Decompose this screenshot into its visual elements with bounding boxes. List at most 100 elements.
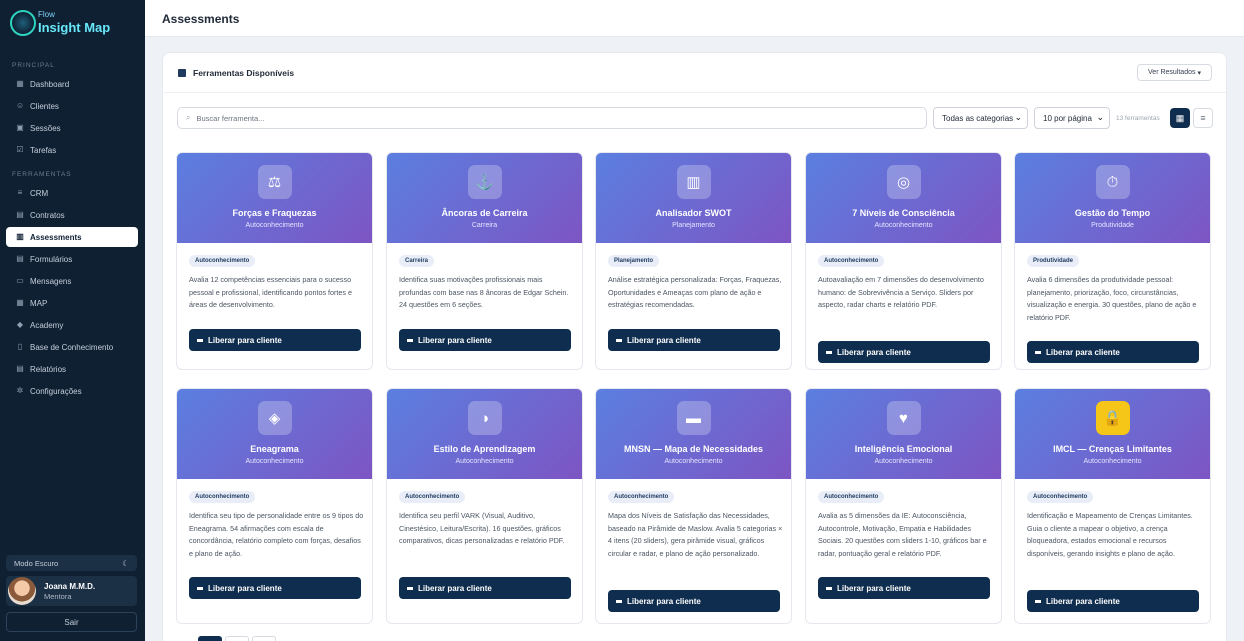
card-description: Identifica seu tipo de personalidade ent… <box>189 511 364 558</box>
liberar-button[interactable]: Liberar para cliente <box>818 341 990 363</box>
card-title: MNSN — Mapa de Necessidades <box>623 444 764 454</box>
sidebar-item-assessments[interactable]: ▥ Assessments <box>6 227 138 247</box>
category-badge: Carreira <box>399 255 435 267</box>
ver-resultados-button[interactable]: Ver Resultados ▾ <box>1137 64 1212 81</box>
app-logo[interactable]: Flow Insight Map <box>10 8 140 40</box>
card-description: Autoavaliação em 7 dimensões do desenvol… <box>818 275 984 309</box>
sidebar-item-configuracoes[interactable]: ✲ Configurações <box>6 381 138 401</box>
unlock-icon <box>826 350 832 354</box>
liberar-button[interactable]: Liberar para cliente <box>608 590 780 612</box>
card-header: ♥ Inteligência Emocional Autoconheciment… <box>806 389 1001 479</box>
unlock-icon <box>197 338 203 342</box>
topbar: Assessments <box>145 0 1244 37</box>
user-profile[interactable]: Joana M.M.D. Mentora <box>6 576 137 606</box>
sidebar-item-relatorios[interactable]: ▤ Relatórios <box>6 359 138 379</box>
page-title: Assessments <box>162 12 240 26</box>
dark-mode-toggle[interactable]: Modo Escuro ☾ <box>6 555 137 571</box>
category-badge: Autoconhecimento <box>818 255 885 267</box>
grid-view-button[interactable]: ▦ <box>1170 108 1190 128</box>
sidebar-item-tarefas[interactable]: ☑ Tarefas <box>6 140 138 160</box>
logo-small-text: Flow <box>38 10 55 19</box>
diamond-icon: ◈ <box>257 401 292 435</box>
bar-chart-icon: ▥ <box>676 165 711 199</box>
liberar-button[interactable]: Liberar para cliente <box>818 577 990 599</box>
card-title: Eneagrama <box>250 444 299 454</box>
category-badge: Produtividade <box>1027 255 1080 267</box>
liberar-button[interactable]: Liberar para cliente <box>1027 341 1199 363</box>
card-description: Mapa dos Níveis de Satisfação das Necess… <box>608 511 783 558</box>
sidebar-item-base-conhecimento[interactable]: ▯ Base de Conhecimento <box>6 337 138 357</box>
liberar-button[interactable]: Liberar para cliente <box>1027 590 1199 612</box>
logout-button[interactable]: Sair <box>6 612 137 632</box>
clipboard-icon: ▥ <box>16 232 24 241</box>
list-icon: ≡ <box>1200 113 1206 123</box>
liberar-button[interactable]: Liberar para cliente <box>189 329 361 351</box>
message-icon: ▭ <box>16 276 24 285</box>
sidebar-item-formularios[interactable]: ▤ Formulários <box>6 249 138 269</box>
avatar <box>8 577 36 605</box>
anchor-icon: ⚓ <box>467 165 502 199</box>
tool-card: 🔒 IMCL — Crenças Limitantes Autoconhecim… <box>1014 388 1211 624</box>
card-subtitle: Produtividade <box>1091 222 1134 229</box>
sidebar-item-academy[interactable]: ◆ Academy <box>6 315 138 335</box>
card-title: Gestão do Tempo <box>1074 208 1151 218</box>
card-header: ◑ Estilo de Aprendizagem Autoconheciment… <box>387 389 582 479</box>
list-view-button[interactable]: ≡ <box>1193 108 1213 128</box>
brain-logo-icon <box>10 10 36 36</box>
per-page-select[interactable]: 10 por página ⌄ <box>1034 107 1110 129</box>
card-subtitle: Planejamento <box>672 222 715 229</box>
sidebar: Flow Insight Map PRINCIPAL FERRAMENTAS ▦… <box>0 0 145 641</box>
tool-card: ⚖ Forças e Fraquezas Autoconhecimento Au… <box>176 152 373 370</box>
card-title: 7 Níveis de Consciência <box>852 208 955 218</box>
moon-icon: ☾ <box>122 558 129 568</box>
tool-count: 13 ferramentas <box>1116 115 1160 122</box>
pagination-page-1[interactable] <box>198 636 222 641</box>
logo-main-text: Insight Map <box>38 20 111 35</box>
sidebar-item-contratos[interactable]: ▤ Contratos <box>6 205 138 225</box>
chart-icon <box>178 69 186 77</box>
category-badge: Autoconhecimento <box>189 491 256 503</box>
unlock-icon <box>826 586 832 590</box>
sidebar-item-label: CRM <box>30 188 49 198</box>
tool-card: ⚓ Âncoras de Carreira Carreira Carreira … <box>386 152 583 370</box>
card-header: ▥ Analisador SWOT Planejamento <box>596 153 791 243</box>
category-badge: Autoconhecimento <box>818 491 885 503</box>
category-select[interactable]: Todas as categorias ⌄ <box>933 107 1028 129</box>
sidebar-item-dashboard[interactable]: ▦ Dashboard <box>6 74 138 94</box>
pagination-next[interactable] <box>252 636 276 641</box>
card-subtitle: Autoconhecimento <box>455 458 514 465</box>
user-role: Mentora <box>44 592 72 601</box>
sidebar-item-clientes[interactable]: ☺ Clientes <box>6 96 138 116</box>
lock-icon: 🔒 <box>1095 401 1130 435</box>
report-icon: ▤ <box>16 364 24 373</box>
briefcase-icon: ▬ <box>676 401 711 435</box>
sidebar-item-mensagens[interactable]: ▭ Mensagens <box>6 271 138 291</box>
sidebar-item-crm[interactable]: ≡ CRM <box>6 183 138 203</box>
liberar-button[interactable]: Liberar para cliente <box>399 329 571 351</box>
card-description: Identifica suas motivações profissionais… <box>399 275 569 309</box>
search-input[interactable]: ⌕ Buscar ferramenta... <box>177 107 927 129</box>
sidebar-item-label: MAP <box>30 298 48 308</box>
card-description: Avalia 6 dimensões da produtividade pess… <box>1027 275 1197 322</box>
pagination-page-2[interactable] <box>225 636 249 641</box>
sidebar-item-map[interactable]: ▦ MAP <box>6 293 138 313</box>
card-header: ⚓ Âncoras de Carreira Carreira <box>387 153 582 243</box>
grid-icon: ▦ <box>1175 112 1185 123</box>
card-header: ⏱ Gestão do Tempo Produtividade <box>1015 153 1210 243</box>
card-subtitle: Autoconhecimento <box>874 458 933 465</box>
category-badge: Autoconhecimento <box>189 255 256 267</box>
liberar-button[interactable]: Liberar para cliente <box>399 577 571 599</box>
sidebar-item-label: Mensagens <box>30 276 72 286</box>
list-icon: ≡ <box>17 188 23 197</box>
card-subtitle: Autoconhecimento <box>245 222 304 229</box>
card-subtitle: Autoconhecimento <box>874 222 933 229</box>
panel-header: Ferramentas Disponíveis Ver Resultados ▾ <box>163 53 1226 93</box>
dark-mode-label: Modo Escuro <box>14 558 59 568</box>
chevron-down-icon: ▾ <box>1197 69 1201 77</box>
liberar-button[interactable]: Liberar para cliente <box>189 577 361 599</box>
map-icon: ▦ <box>16 298 24 307</box>
sidebar-item-sessoes[interactable]: ▣ Sessões <box>6 118 138 138</box>
liberar-button[interactable]: Liberar para cliente <box>608 329 780 351</box>
section-label-principal: PRINCIPAL <box>12 62 55 69</box>
unlock-icon <box>1035 350 1041 354</box>
